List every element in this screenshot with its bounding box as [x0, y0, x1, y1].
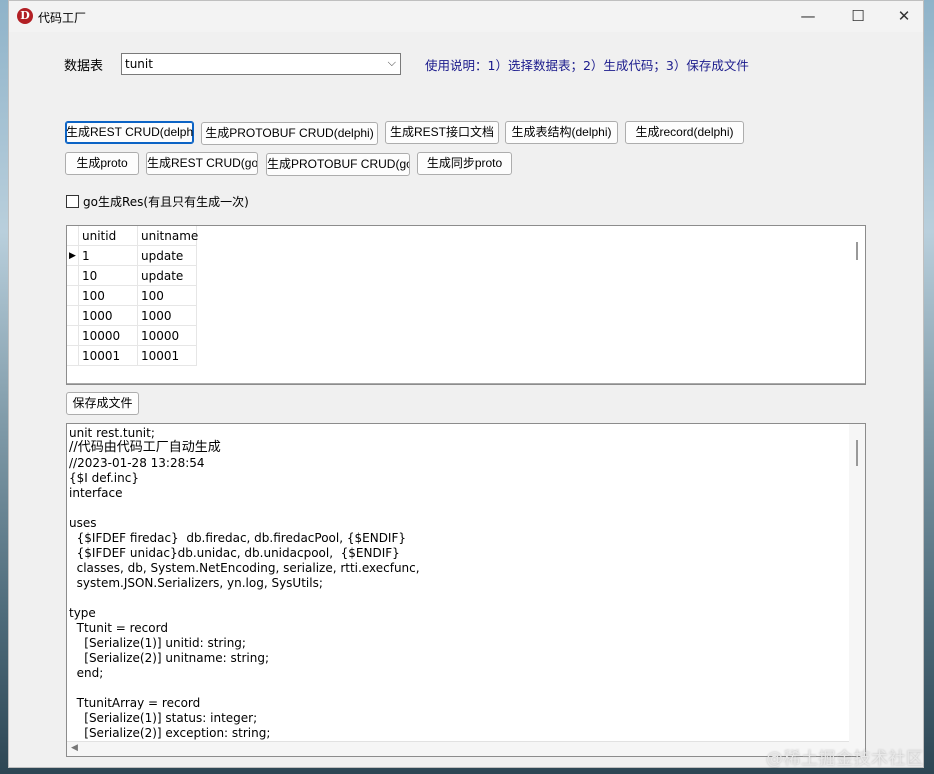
grid-cell-unitname[interactable]: update: [138, 246, 197, 266]
grid-vertical-scrollbar[interactable]: [856, 242, 858, 260]
grid-header-unitname[interactable]: unitname: [138, 226, 198, 246]
grid-cell-unitid[interactable]: 10001: [79, 346, 138, 366]
grid-bottom-border: [67, 383, 865, 384]
code-line: [Serialize(1)] status: integer;: [69, 711, 258, 725]
grid-cell-unitname[interactable]: 100: [138, 286, 197, 306]
gen-protobuf-crud-go-button[interactable]: 生成PROTOBUF CRUD(go): [266, 153, 410, 176]
code-line: //2023-01-28 13:28:54: [69, 456, 205, 470]
code-line: //代码由代码工厂自动生成: [69, 440, 221, 455]
grid-cell-unitname[interactable]: 1000: [138, 306, 197, 326]
row-indicator: [67, 286, 79, 306]
code-line: TtunitArray = record: [69, 696, 201, 710]
close-button[interactable]: ✕: [881, 1, 927, 32]
grid-cell-unitname[interactable]: 10001: [138, 346, 197, 366]
go-gen-res-checkbox[interactable]: [66, 195, 79, 208]
go-gen-res-checkbox-row[interactable]: go生成Res(有且只有生成一次): [66, 193, 249, 210]
grid-cell-unitid[interactable]: 1: [79, 246, 138, 266]
title-bar[interactable]: D 代码工厂 — ☐ ✕: [9, 1, 923, 32]
gen-sync-proto-button[interactable]: 生成同步proto: [417, 152, 512, 175]
app-logo-icon: D: [17, 8, 33, 24]
gen-table-structure-delphi-button[interactable]: 生成表结构(delphi): [505, 121, 618, 144]
row-indicator: [67, 326, 79, 346]
code-line: [Serialize(2)] exception: string;: [69, 726, 271, 740]
chevron-down-icon[interactable]: ⌵: [388, 56, 396, 70]
data-grid[interactable]: unitid unitname ▶ 1 update 10 update 100…: [66, 225, 866, 385]
code-line: uses: [69, 516, 97, 530]
code-line: system.JSON.Serializers, yn.log, SysUtil…: [69, 576, 323, 590]
main-window: D 代码工厂 — ☐ ✕ 数据表 tunit ⌵ 使用说明：1）选择数据表；2）…: [8, 0, 924, 768]
row-indicator: [67, 346, 79, 366]
memo-horizontal-scrollbar[interactable]: ◀: [67, 741, 849, 756]
grid-cell-unitname[interactable]: update: [138, 266, 197, 286]
current-row-indicator-icon: ▶: [67, 246, 79, 266]
gen-protobuf-crud-delphi-button[interactable]: 生成PROTOBUF CRUD(delphi): [201, 122, 378, 145]
memo-vertical-scroll-thumb[interactable]: [856, 440, 858, 466]
table-label: 数据表: [64, 59, 104, 74]
grid-cell-unitid[interactable]: 1000: [79, 306, 138, 326]
save-to-file-button[interactable]: 保存成文件: [66, 392, 139, 415]
go-gen-res-checkbox-label: go生成Res(有且只有生成一次): [83, 195, 249, 209]
memo-vertical-scrollbar[interactable]: [849, 424, 865, 756]
maximize-button[interactable]: ☐: [835, 1, 881, 32]
grid-header-unitid[interactable]: unitid: [79, 226, 138, 246]
code-line: type: [69, 606, 96, 620]
table-select-value: tunit: [125, 57, 153, 71]
code-line: end;: [69, 666, 104, 680]
code-output-memo[interactable]: unit rest.tunit; //代码由代码工厂自动生成 //2023-01…: [66, 423, 866, 757]
code-line: unit rest.tunit;: [69, 426, 155, 440]
code-line: classes, db, System.NetEncoding, seriali…: [69, 561, 420, 575]
gen-record-delphi-button[interactable]: 生成record(delphi): [625, 121, 744, 144]
row-indicator: [67, 306, 79, 326]
code-line: [Serialize(2)] unitname: string;: [69, 651, 270, 665]
code-line: {$IFDEF unidac}db.unidac, db.unidacpool,…: [69, 546, 400, 560]
gen-proto-button[interactable]: 生成proto: [65, 152, 139, 175]
gen-rest-crud-go-button[interactable]: 生成REST CRUD(go): [146, 152, 258, 175]
grid-cell-unitid[interactable]: 10: [79, 266, 138, 286]
minimize-button[interactable]: —: [785, 1, 831, 32]
code-line: Ttunit = record: [69, 621, 168, 635]
row-indicator: [67, 266, 79, 286]
watermark: @稀土掘金技术社区: [766, 749, 924, 769]
scroll-left-arrow-icon[interactable]: ◀: [71, 743, 78, 753]
usage-help-text: 使用说明：1）选择数据表；2）生成代码；3）保存成文件: [425, 58, 749, 73]
gen-rest-crud-delphi-button[interactable]: 生成REST CRUD(delphi): [65, 121, 194, 144]
code-line: {$IFDEF firedac} db.firedac, db.firedacP…: [69, 531, 407, 545]
window-title: 代码工厂: [38, 11, 87, 25]
table-select[interactable]: tunit ⌵: [121, 53, 401, 75]
code-line: [Serialize(1)] unitid: string;: [69, 636, 246, 650]
grid-cell-unitname[interactable]: 10000: [138, 326, 197, 346]
grid-cell-unitid[interactable]: 100: [79, 286, 138, 306]
code-line: {$I def.inc}: [69, 471, 139, 485]
code-line: interface: [69, 486, 123, 500]
gen-rest-api-doc-button[interactable]: 生成REST接口文档: [385, 121, 499, 144]
grid-header-indicator: [67, 226, 79, 246]
grid-cell-unitid[interactable]: 10000: [79, 326, 138, 346]
